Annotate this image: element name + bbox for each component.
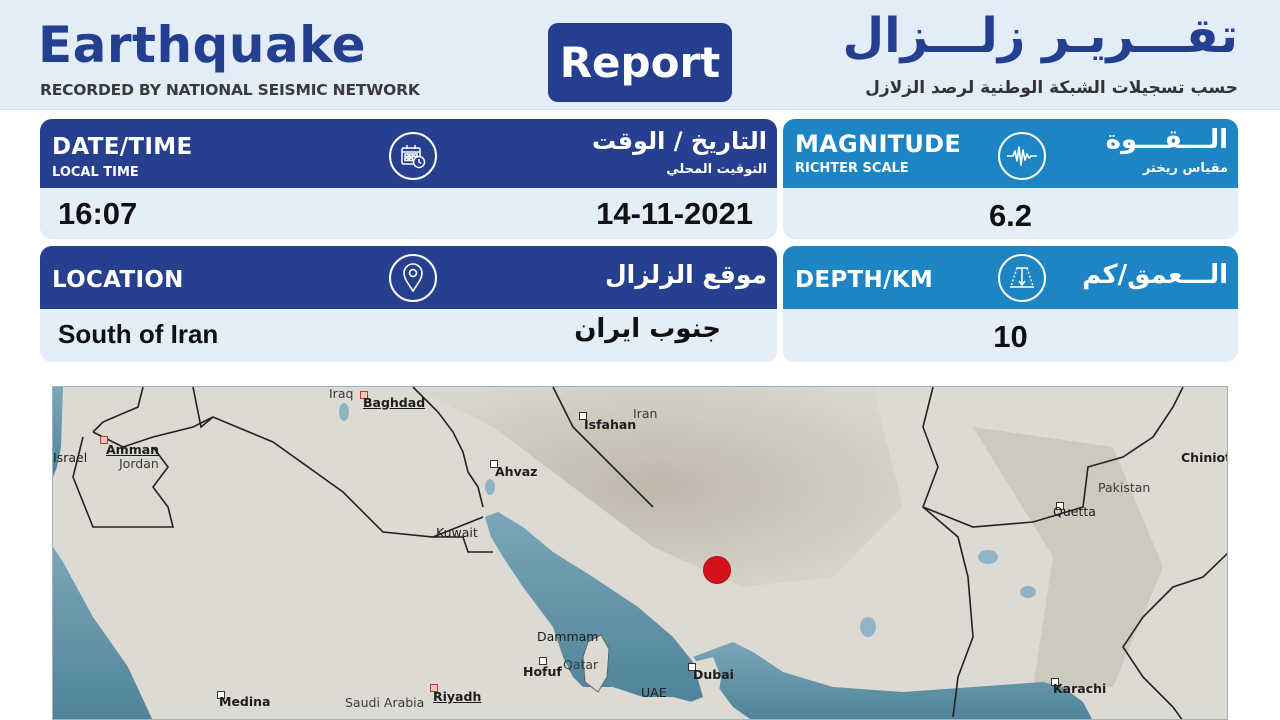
label-saudi-arabia: Saudi Arabia xyxy=(345,695,425,710)
label-chiniot: Chiniot xyxy=(1181,450,1228,465)
label-pakistan: Pakistan xyxy=(1098,480,1151,495)
label-amman: Amman xyxy=(106,442,160,457)
report-badge: Report xyxy=(548,23,732,102)
depth-label-ar: الـــعمق/كم xyxy=(1082,260,1228,290)
magnitude-card: MAGNITUDE RICHTER SCALE الـــقـــوة مقيا… xyxy=(783,119,1238,239)
title-english: Earthquake xyxy=(38,16,366,74)
depth-icon xyxy=(998,254,1046,302)
depth-card: DEPTH/KM الـــعمق/كم 10 xyxy=(783,246,1238,362)
datetime-card: DATE/TIME LOCAL TIME التاريخ / الوقت الت… xyxy=(40,119,777,239)
epicenter-marker[interactable] xyxy=(703,556,731,584)
date-value: 14-11-2021 xyxy=(596,196,753,231)
magnitude-value: 6.2 xyxy=(988,198,1033,233)
title-arabic: تقـــريـر زلـــزال xyxy=(842,8,1238,64)
label-uae: UAE xyxy=(641,685,667,700)
datetime-label-en: DATE/TIME xyxy=(52,134,193,160)
time-value: 16:07 xyxy=(58,196,138,231)
location-label-en: LOCATION xyxy=(52,267,184,293)
depth-value: 10 xyxy=(993,319,1028,354)
magnitude-sublabel-ar: مقياس ريختر xyxy=(1142,161,1228,176)
location-value-ar: جنوب ايران xyxy=(574,314,721,344)
label-isfahan: Isfahan xyxy=(584,417,637,432)
map-pin-icon xyxy=(389,254,437,302)
label-dammam: Dammam xyxy=(537,629,599,644)
location-value-en: South of Iran xyxy=(58,319,219,349)
header: Earthquake RECORDED BY NATIONAL SEISMIC … xyxy=(0,0,1280,110)
subtitle-english: RECORDED BY NATIONAL SEISMIC NETWORK xyxy=(40,81,420,99)
label-baghdad: Baghdad xyxy=(363,395,426,410)
location-card: LOCATION موقع الزلزال South of Iran جنوب… xyxy=(40,246,777,362)
label-jordan: Jordan xyxy=(119,456,159,471)
label-quetta: Quetta xyxy=(1053,504,1096,519)
datetime-card-body: 16:07 14-11-2021 xyxy=(40,188,777,239)
location-label-ar: موقع الزلزال xyxy=(604,260,767,289)
label-dubai: Dubai xyxy=(693,667,734,682)
label-israel: Israel xyxy=(53,450,88,465)
calendar-clock-icon xyxy=(389,132,437,180)
magnitude-sublabel-en: RICHTER SCALE xyxy=(795,161,909,176)
location-card-body: South of Iran جنوب ايران xyxy=(40,309,777,362)
subtitle-arabic: حسب تسجيلات الشبكة الوطنية لرصد الزلازل xyxy=(865,78,1238,98)
datetime-label-ar: التاريخ / الوقت xyxy=(591,127,767,155)
seismic-wave-icon xyxy=(998,132,1046,180)
label-iraq: Iraq xyxy=(329,386,354,401)
datetime-sublabel-en: LOCAL TIME xyxy=(52,165,139,180)
magnitude-label-ar: الـــقـــوة xyxy=(1105,125,1228,155)
location-card-header: LOCATION موقع الزلزال xyxy=(40,246,777,309)
label-karachi: Karachi xyxy=(1053,681,1107,696)
epicenter-map[interactable]: Iraq Baghdad Iran Isfahan Amman Jordan I… xyxy=(52,386,1228,720)
magnitude-label-en: MAGNITUDE xyxy=(795,130,962,158)
datetime-sublabel-ar: التوقيت المحلي xyxy=(666,162,767,177)
magnitude-card-header: MAGNITUDE RICHTER SCALE الـــقـــوة مقيا… xyxy=(783,119,1238,188)
depth-label-en: DEPTH/KM xyxy=(795,267,934,293)
label-kuwait: Kuwait xyxy=(436,525,478,540)
datetime-card-header: DATE/TIME LOCAL TIME التاريخ / الوقت الت… xyxy=(40,119,777,188)
label-ahvaz: Ahvaz xyxy=(495,464,538,479)
label-hofuf: Hofuf xyxy=(523,664,562,679)
depth-card-body: 10 xyxy=(783,309,1238,362)
label-qatar: Qatar xyxy=(563,657,599,672)
magnitude-card-body: 6.2 xyxy=(783,188,1238,239)
label-iran: Iran xyxy=(633,406,658,421)
depth-card-header: DEPTH/KM الـــعمق/كم xyxy=(783,246,1238,309)
label-riyadh: Riyadh xyxy=(433,689,482,704)
map-canvas xyxy=(53,387,1227,719)
label-medina: Medina xyxy=(219,694,271,709)
